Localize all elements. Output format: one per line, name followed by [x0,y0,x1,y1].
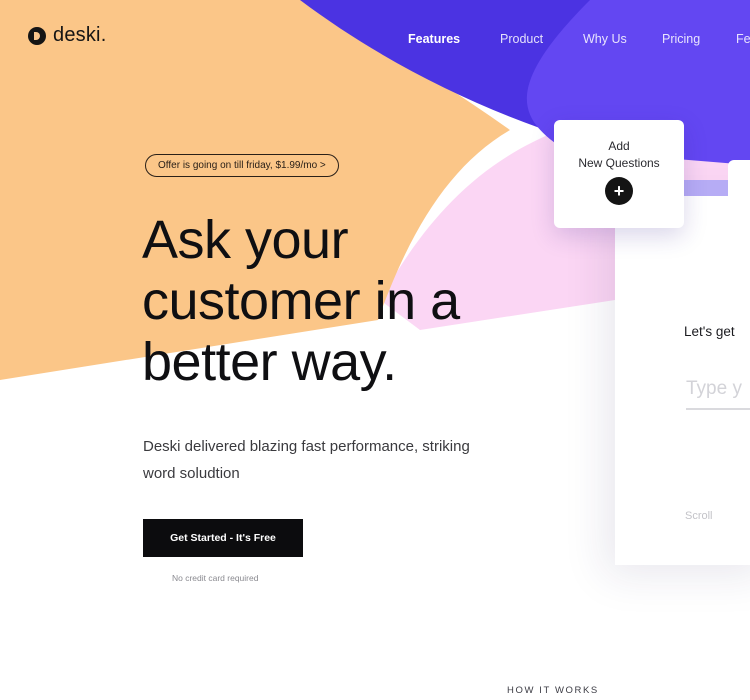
plus-icon[interactable]: + [605,177,633,205]
nav-item-pricing[interactable]: Pricing [662,32,700,46]
brand-name: deski. [53,24,107,46]
hero-description-line: Deski delivered blazing fast performance… [143,438,470,455]
nav-item-truncated[interactable]: Fe [736,32,750,46]
form-heading: Let's get [684,324,735,339]
hero-description-line: word soludtion [143,465,240,482]
brand-logo[interactable]: deski. [28,24,106,47]
logo-mark-icon [28,26,46,45]
hero-title-line: better way. [142,332,397,392]
nav-item-why-us[interactable]: Why Us [583,32,627,46]
how-it-works-label: HOW IT WORKS [507,685,599,696]
form-card-tab [728,160,750,196]
cta-note: No credit card required [172,573,259,583]
hero-title-line: customer in a [142,271,460,331]
hero-description: Deski delivered blazing fast performance… [143,433,523,487]
add-question-card[interactable]: Add New Questions + [554,120,684,228]
nav-item-product[interactable]: Product [500,32,543,46]
get-started-button[interactable]: Get Started - It's Free [143,519,303,557]
add-question-line: Add [608,139,630,153]
add-question-label: Add New Questions [554,138,684,172]
hero-title-line: Ask your [142,210,349,270]
nav-item-features[interactable]: Features [408,32,460,46]
scroll-hint: Scroll [685,510,713,522]
hero-title: Ask your customer in a better way. [142,210,522,393]
answer-input[interactable] [686,370,750,410]
add-question-line: New Questions [578,156,660,170]
offer-badge[interactable]: Offer is going on till friday, $1.99/mo … [145,154,339,177]
